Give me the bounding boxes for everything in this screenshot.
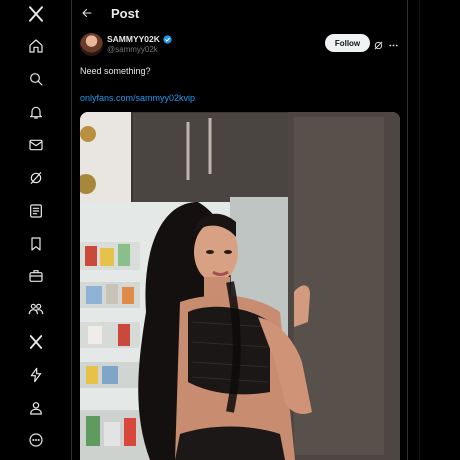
mail-icon[interactable] <box>23 132 49 158</box>
author-handle[interactable]: @sammyy02k <box>107 45 158 54</box>
lists-icon[interactable] <box>23 198 49 224</box>
author-name[interactable]: SAMMYY02K <box>107 34 172 44</box>
right-column-edge <box>419 0 460 460</box>
photo-illustration <box>80 112 400 460</box>
author-name-text: SAMMYY02K <box>107 34 160 44</box>
grok-action-icon[interactable] <box>373 38 384 50</box>
more-circle-icon[interactable] <box>23 427 49 453</box>
right-sidebar <box>409 0 460 460</box>
briefcase-icon[interactable] <box>23 263 49 289</box>
grok-icon[interactable] <box>23 165 49 191</box>
search-icon[interactable] <box>23 66 49 92</box>
post-text: Need something? <box>80 66 151 76</box>
follow-button[interactable]: Follow <box>325 34 370 52</box>
bookmark-icon[interactable] <box>23 231 49 257</box>
post-link[interactable]: onlyfans.com/sammyy02kvip <box>80 93 195 103</box>
more-options-icon[interactable] <box>388 38 399 49</box>
bell-icon[interactable] <box>23 99 49 125</box>
lightning-icon[interactable] <box>23 362 49 388</box>
verified-badge-icon <box>163 34 172 44</box>
premium-icon[interactable] <box>23 329 49 355</box>
profile-icon[interactable] <box>23 395 49 421</box>
x-logo-icon[interactable] <box>23 1 49 27</box>
home-icon[interactable] <box>23 33 49 59</box>
page-title: Post <box>111 6 140 21</box>
communities-icon[interactable] <box>23 296 49 322</box>
avatar[interactable] <box>80 33 103 56</box>
back-arrow-icon[interactable] <box>78 4 96 22</box>
post-detail-column: Post SAMMYY02K @sammyy02k Follow Need so… <box>72 0 408 460</box>
post-media-image[interactable] <box>80 112 400 460</box>
sidebar-nav <box>0 0 72 460</box>
post-header: Post <box>72 0 408 26</box>
